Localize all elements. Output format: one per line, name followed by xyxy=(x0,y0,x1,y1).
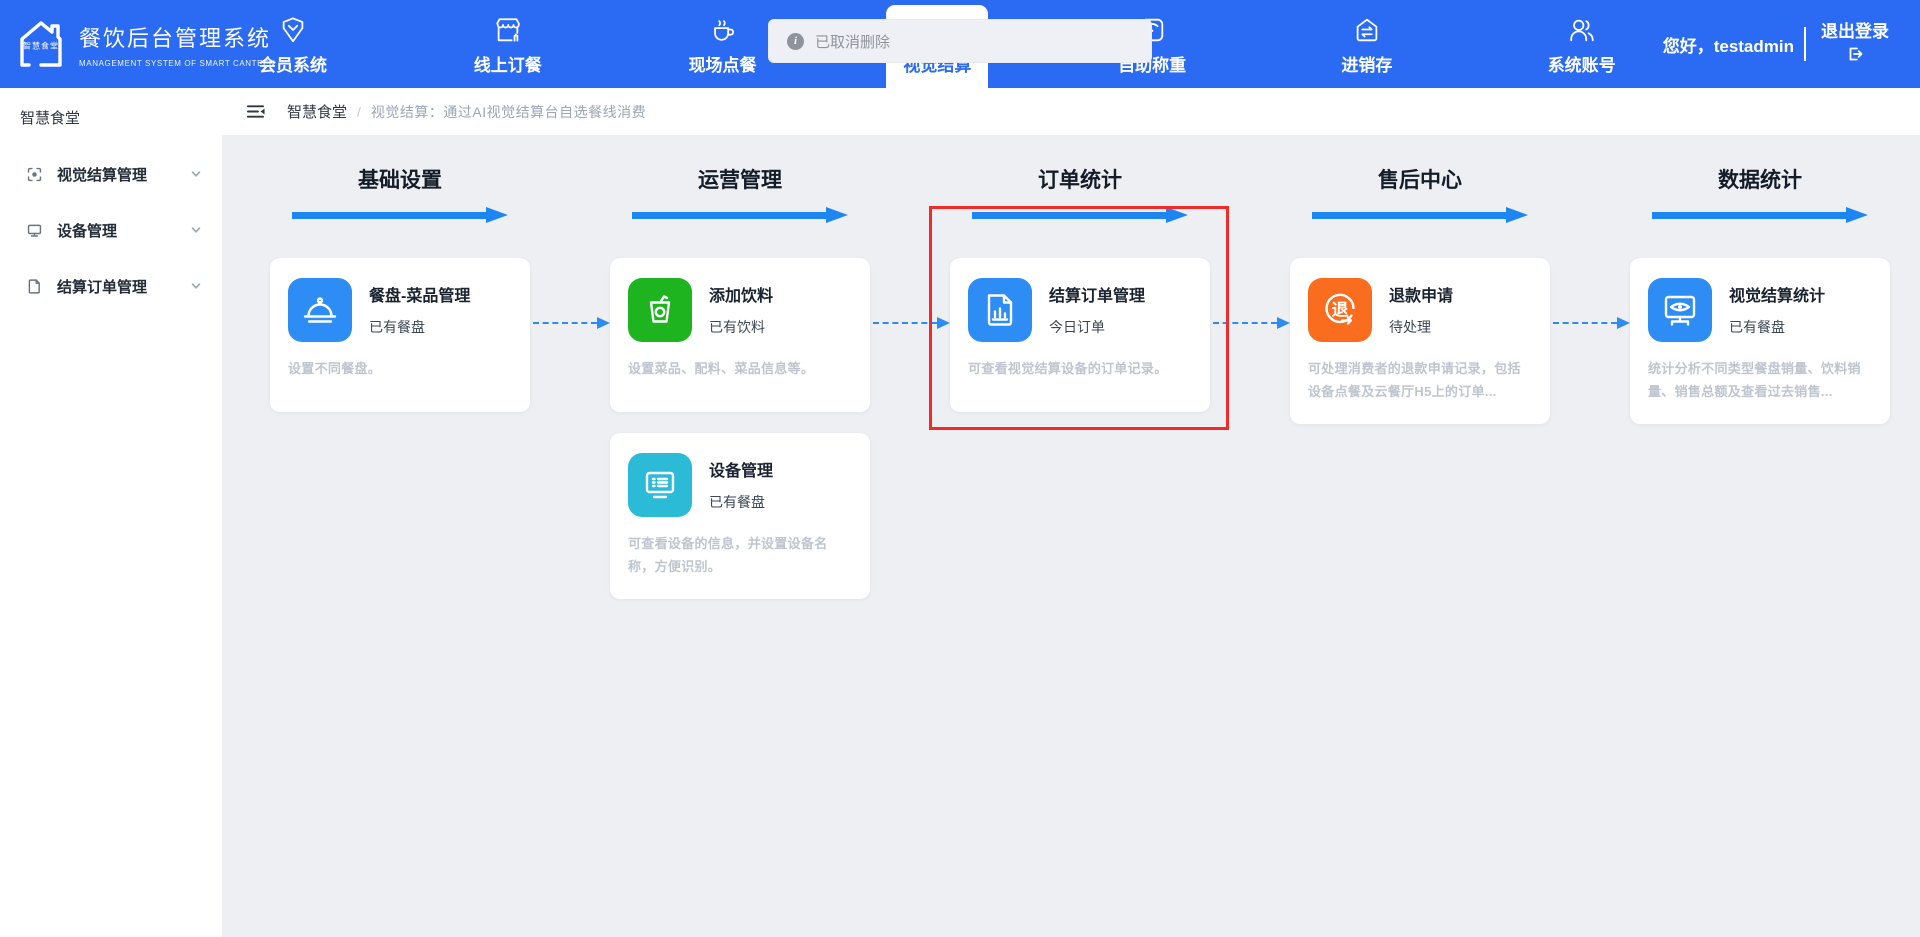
column-arrow xyxy=(292,207,508,223)
nav-label: 现场点餐 xyxy=(689,51,757,76)
card-add-drinks[interactable]: 添加饮料 已有饮料 设置菜品、配料、菜品信息等。 xyxy=(610,258,870,412)
visual-settlement-icon xyxy=(26,166,44,183)
nav-label: 进销存 xyxy=(1341,51,1392,76)
storefront-icon xyxy=(493,14,523,46)
card-description: 可处理消费者的退款申请记录，包括设备点餐及云餐厅H5上的订单... xyxy=(1308,357,1532,404)
monitor-list-icon xyxy=(628,453,692,517)
logo-badge-text: 智慧食堂 xyxy=(23,41,59,52)
column-arrow xyxy=(1312,207,1528,223)
user-area: 您好，testadmin 退出登录 xyxy=(1663,0,1920,88)
card-title: 退款申请 xyxy=(1389,282,1453,306)
column-arrow xyxy=(972,207,1188,223)
column-title: 运营管理 xyxy=(610,168,870,194)
nav-label: 线上订餐 xyxy=(474,51,542,76)
column-arrow xyxy=(632,207,848,223)
shield-check-icon xyxy=(278,14,308,46)
breadcrumb-root[interactable]: 智慧食堂 xyxy=(287,101,347,122)
breadcrumb-current: 视觉结算：通过AI视觉结算台自选餐线消费 xyxy=(371,102,646,122)
chevron-down-icon xyxy=(190,168,202,180)
nav-item-online-order[interactable]: 线上订餐 xyxy=(457,0,559,88)
card-status: 已有餐盘 xyxy=(709,492,773,512)
toast-message: i 已取消删除 xyxy=(768,19,1152,63)
card-title: 结算订单管理 xyxy=(1049,282,1145,306)
flow-column-order-statistics: 订单统计 结算订单管理 今日订单 可查看视觉结算设备的订单记录。 xyxy=(950,168,1210,412)
divider xyxy=(1804,27,1806,61)
card-description: 设置不同餐盘。 xyxy=(288,357,512,380)
flow-column-basic-settings: 基础设置 餐盘-菜品管理 已有餐盘 设置不同餐盘。 xyxy=(270,168,530,412)
dish-cover-icon xyxy=(288,278,352,342)
card-status: 今日订单 xyxy=(1049,317,1145,337)
sidebar-title: 智慧食堂 xyxy=(0,88,222,128)
chevron-down-icon xyxy=(190,280,202,292)
card-title: 视觉结算统计 xyxy=(1729,282,1825,306)
info-icon: i xyxy=(787,33,804,50)
sidebar-item-device-mgmt[interactable]: 设备管理 xyxy=(0,202,222,258)
menu-fold-icon[interactable] xyxy=(246,102,265,121)
nav-label: 系统账号 xyxy=(1548,51,1616,76)
breadcrumb-bar: 智慧食堂 / 视觉结算：通过AI视觉结算台自选餐线消费 xyxy=(222,88,1920,135)
flow-column-data-statistics: 数据统计 视觉结算统计 已有餐盘 统计分析不同类型餐盘销量、饮料销量、销售总额及… xyxy=(1630,168,1890,424)
card-device-mgmt[interactable]: 设备管理 已有餐盘 可查看设备的信息，并设置设备名称，方便识别。 xyxy=(610,433,870,599)
monitor-eye-icon xyxy=(1648,278,1712,342)
card-title: 添加饮料 xyxy=(709,282,773,306)
nav-label: 会员系统 xyxy=(259,51,327,76)
card-description: 设置菜品、配料、菜品信息等。 xyxy=(628,357,852,380)
card-description: 统计分析不同类型餐盘销量、饮料销量、销售总额及查看过去销售... xyxy=(1648,357,1872,404)
card-description: 可查看设备的信息，并设置设备名称，方便识别。 xyxy=(628,532,852,579)
order-document-icon xyxy=(26,278,44,295)
document-chart-icon xyxy=(968,278,1032,342)
column-arrow xyxy=(1652,207,1868,223)
card-title: 餐盘-菜品管理 xyxy=(369,282,470,306)
card-visual-settlement-stats[interactable]: 视觉结算统计 已有餐盘 统计分析不同类型餐盘销量、饮料销量、销售总额及查看过去销… xyxy=(1630,258,1890,424)
sidebar-item-label: 结算订单管理 xyxy=(57,276,147,297)
breadcrumb-separator: / xyxy=(357,104,361,120)
refund-glyph: 退 xyxy=(1332,296,1349,321)
card-title: 设备管理 xyxy=(709,457,773,481)
refund-circle-icon: 退 xyxy=(1308,278,1372,342)
column-title: 数据统计 xyxy=(1630,168,1890,194)
app-logo: 智慧食堂 餐饮后台管理系统 MANAGEMENT SYSTEM OF SMART… xyxy=(0,0,242,88)
users-icon xyxy=(1567,14,1597,46)
column-title: 售后中心 xyxy=(1290,168,1550,194)
inventory-house-icon xyxy=(1352,14,1382,46)
flow-connector-arrow xyxy=(533,322,597,324)
sidebar-item-label: 设备管理 xyxy=(57,220,117,241)
user-greeting: 您好，testadmin xyxy=(1663,32,1794,57)
column-title: 基础设置 xyxy=(270,168,530,194)
card-description: 可查看视觉结算设备的订单记录。 xyxy=(968,357,1192,380)
main-content: 基础设置 餐盘-菜品管理 已有餐盘 设置不同餐盘。 运营管理 xyxy=(222,135,1920,937)
sidebar-item-settlement-order-mgmt[interactable]: 结算订单管理 xyxy=(0,258,222,314)
column-title: 订单统计 xyxy=(950,168,1210,194)
card-dish-menu-mgmt[interactable]: 餐盘-菜品管理 已有餐盘 设置不同餐盘。 xyxy=(270,258,530,412)
card-refund-request[interactable]: 退 退款申请 待处理 可处理消费者的退款申请记录，包括设备点餐及云餐厅H5上的订… xyxy=(1290,258,1550,424)
flow-column-operation-mgmt: 运营管理 添加饮料 已有饮料 设置菜品、配料、菜品信息等。 xyxy=(610,168,870,599)
chevron-down-icon xyxy=(190,224,202,236)
flow-connector-arrow xyxy=(1213,322,1277,324)
logo-house-icon: 智慧食堂 xyxy=(14,17,68,71)
card-status: 已有餐盘 xyxy=(1729,317,1825,337)
flow-connector-arrow xyxy=(1553,322,1617,324)
card-settlement-order-mgmt[interactable]: 结算订单管理 今日订单 可查看视觉结算设备的订单记录。 xyxy=(950,258,1210,412)
cup-icon xyxy=(708,14,738,46)
nav-item-inventory[interactable]: 进销存 xyxy=(1316,0,1418,88)
sidebar-item-label: 视觉结算管理 xyxy=(57,164,147,185)
drink-cup-icon xyxy=(628,278,692,342)
sidebar-item-visual-settlement-mgmt[interactable]: 视觉结算管理 xyxy=(0,146,222,202)
device-monitor-icon xyxy=(26,222,44,239)
logout-label: 退出登录 xyxy=(1821,22,1889,41)
logout-button[interactable]: 退出登录 xyxy=(1816,21,1894,67)
exit-icon xyxy=(1847,46,1863,62)
nav-item-member-system[interactable]: 会员系统 xyxy=(242,0,344,88)
flow-connector-arrow xyxy=(873,322,937,324)
sidebar-menu: 视觉结算管理 设备管理 结算订单管理 xyxy=(0,146,222,314)
toast-text: 已取消删除 xyxy=(815,31,890,52)
card-status: 已有餐盘 xyxy=(369,317,470,337)
flow-column-after-sales-center: 售后中心 退 退款申请 待处理 可处理消费者的退款申请记录，包括设备点餐及云餐厅… xyxy=(1290,168,1550,424)
nav-item-onsite-order[interactable]: 现场点餐 xyxy=(672,0,774,88)
card-status: 待处理 xyxy=(1389,317,1453,337)
sidebar: 智慧食堂 视觉结算管理 设备管理 xyxy=(0,88,222,937)
card-status: 已有饮料 xyxy=(709,317,773,337)
nav-item-system-account[interactable]: 系统账号 xyxy=(1531,0,1633,88)
